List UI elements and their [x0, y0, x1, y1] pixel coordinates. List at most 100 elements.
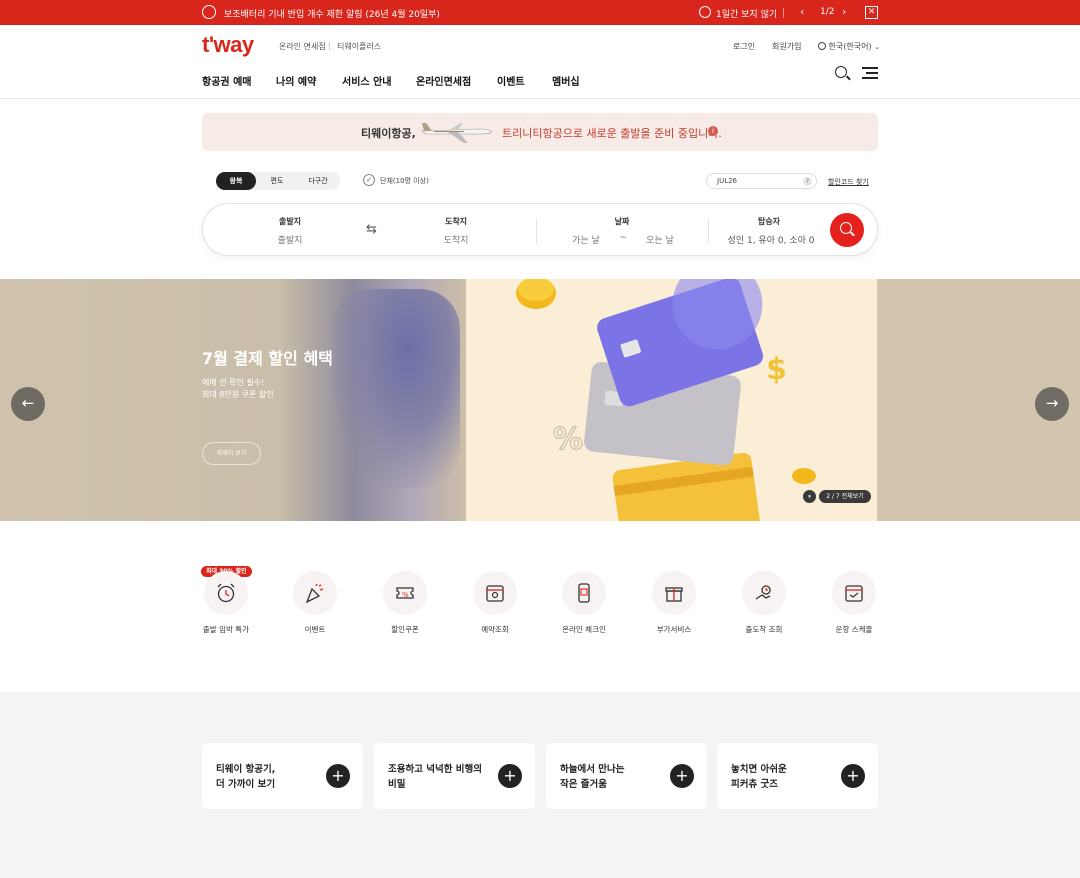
gnb-event[interactable]: 이벤트: [497, 73, 525, 88]
field-divider: [708, 218, 709, 244]
dismiss-today-label[interactable]: 1일간 보지 않기: [716, 7, 777, 20]
depart-date-field[interactable]: 가는 날: [561, 233, 611, 246]
content-card-goods[interactable]: 놓치면 아쉬운피커츄 굿즈 +: [717, 743, 878, 809]
banner-more-button[interactable]: 자세히 보기: [202, 442, 261, 465]
quick-menu-flight-status[interactable]: 출도착 조회: [719, 571, 809, 635]
gnb-service-guide[interactable]: 서비스 안내: [342, 73, 391, 88]
notice-text[interactable]: 보조배터리 기내 반입 개수 제한 알림 (26년 4월 20일부): [224, 7, 440, 20]
login-link[interactable]: 로그인: [733, 41, 755, 52]
quick-menu-label: 부가서비스: [656, 625, 692, 634]
content-section: [0, 692, 1080, 878]
gnb-booking[interactable]: 항공권 예매: [202, 73, 251, 88]
passenger-label: 탑승자: [757, 217, 781, 226]
header-divider: [0, 98, 1080, 99]
top-link-divider: [329, 42, 330, 50]
content-card-sky-joy[interactable]: 하늘에서 만나는 작은 즐거움 +: [546, 743, 707, 809]
arrival-label: 도착지: [444, 217, 468, 226]
logo[interactable]: t'way: [202, 32, 254, 58]
quick-menu-extra-services[interactable]: 부가서비스: [629, 571, 719, 635]
swap-icon[interactable]: ⇆: [366, 222, 377, 237]
arrival-field[interactable]: 도착지: [417, 233, 495, 246]
notice-pager: 1/2: [820, 7, 835, 17]
quick-menu-reservation-lookup[interactable]: 예약조회: [450, 571, 540, 635]
tab-multi-city[interactable]: 다구간: [296, 172, 340, 190]
pause-icon[interactable]: ⏸: [803, 490, 816, 503]
menu-icon[interactable]: [862, 67, 878, 79]
card-title-line1: 조용하고 넉넉한 비행의: [388, 764, 483, 775]
plane-status-icon: [755, 585, 771, 600]
chevron-down-icon: ⌄: [874, 43, 881, 51]
megaphone-icon: [202, 5, 216, 19]
departure-field[interactable]: 출발지: [251, 233, 329, 246]
gnb-duty-free[interactable]: 온라인면세점: [416, 73, 471, 88]
quick-menu-event[interactable]: 이벤트: [270, 571, 360, 635]
plus-icon[interactable]: +: [841, 764, 865, 788]
card-title-line1: 하늘에서 만나는: [560, 764, 625, 775]
tab-round-trip[interactable]: 왕복: [216, 172, 256, 190]
search-icon: [840, 222, 852, 234]
quick-menu-label: 출발 임박 특가: [202, 625, 250, 634]
return-date-field[interactable]: 오는 날: [635, 233, 685, 246]
promo-code-value: JUL26: [717, 177, 737, 185]
passenger-field[interactable]: 성인 1, 유아 0, 소아 0: [721, 233, 821, 246]
content-card-quiet-flight[interactable]: 조용하고 넉넉한 비행의비밀 +: [374, 743, 535, 809]
card-title-line2: 비밀: [388, 779, 406, 790]
language-select[interactable]: 한국(한국어) ⌄: [818, 41, 880, 52]
banner-counter[interactable]: 2 / 7 전체보기: [819, 490, 871, 503]
calendar-search-icon: [486, 585, 504, 602]
coupon-icon: %: [396, 587, 414, 599]
card-title-line2: 피커츄 굿즈: [731, 779, 779, 790]
airplane-icon: [421, 123, 493, 143]
notice-close-icon[interactable]: ✕: [865, 6, 878, 19]
banner-subtitle-2: 최대 8만원 쿠폰 할인: [202, 390, 274, 399]
promo-notice-left: 티웨이항공,: [361, 127, 416, 140]
banner-next-icon[interactable]: →: [1035, 387, 1069, 421]
top-link-duty-free[interactable]: 온라인 면세점: [279, 41, 326, 52]
plus-icon[interactable]: +: [498, 764, 522, 788]
check-circle-icon[interactable]: [699, 6, 711, 18]
group-check-icon[interactable]: ✓: [363, 174, 375, 186]
signup-link[interactable]: 회원가입: [772, 41, 801, 52]
find-code-link[interactable]: 할인코드 찾기: [828, 177, 869, 187]
top-link-tway-plus[interactable]: 티웨이플러스: [337, 41, 381, 52]
quick-menu-label: 출도착 조회: [745, 625, 783, 634]
search-button[interactable]: [830, 213, 864, 247]
tab-one-way[interactable]: 편도: [258, 172, 296, 190]
promo-notice[interactable]: 티웨이항공, 트리니티항공으로 새로운 출발을 준비 중입니다. i: [202, 113, 878, 151]
gnb-membership[interactable]: 멤버십: [552, 73, 580, 88]
party-popper-icon: [305, 583, 324, 604]
promo-code-input[interactable]: JUL26 ?: [706, 173, 817, 189]
banner-prev-icon[interactable]: ←: [11, 387, 45, 421]
svg-text:%: %: [553, 422, 583, 457]
banner-subtitle-1: 예매 전 확인 필수!: [202, 378, 265, 387]
main-banner[interactable]: % $ 7월 결제 할인 혜택 예매 전 확인 필수! 최대 8만원 쿠폰 할인…: [0, 279, 1080, 521]
date-separator: ~: [619, 233, 627, 243]
plus-icon[interactable]: +: [326, 764, 350, 788]
card-title-line1: 놓치면 아쉬운: [731, 764, 787, 775]
help-icon[interactable]: ?: [803, 177, 812, 186]
search-icon[interactable]: [835, 66, 847, 78]
booking-search-box: 출발지 출발지 ⇆ 도착지 도착지 날짜 가는 날 ~ 오는 날 탑승자 성인 …: [202, 203, 878, 256]
notice-divider: [783, 8, 784, 18]
promo-notice-right: 트리니티항공으로 새로운 출발을 준비 중입니다.: [502, 127, 722, 140]
group-booking-label[interactable]: 단체(10명 이상): [380, 176, 429, 186]
mobile-checkin-icon: [578, 583, 590, 603]
notice-prev-icon[interactable]: ‹: [800, 5, 804, 18]
info-icon[interactable]: i: [708, 126, 718, 136]
quick-menu-label: 온라인 체크인: [562, 625, 606, 634]
gift-icon: [665, 587, 683, 602]
svg-text:%: %: [402, 591, 409, 599]
quick-menu-coupon[interactable]: % 할인쿠폰: [360, 571, 450, 635]
plus-icon[interactable]: +: [670, 764, 694, 788]
content-card-aircraft[interactable]: 티웨이 항공기, 더 가까이 보기 +: [202, 743, 363, 809]
trip-type-tabs: 왕복 편도 다구간: [216, 172, 340, 190]
quick-menu-last-minute[interactable]: 출발 임박 특가: [181, 571, 271, 635]
quick-menu-schedule[interactable]: 운항 스케줄: [809, 571, 899, 635]
alarm-clock-icon: [217, 583, 235, 603]
field-divider: [536, 218, 537, 244]
quick-menu-online-checkin[interactable]: 온라인 체크인: [539, 571, 629, 635]
notice-next-icon[interactable]: ›: [842, 5, 846, 18]
language-label: 한국(한국어): [828, 42, 872, 51]
gnb-my-reservation[interactable]: 나의 예약: [276, 73, 316, 88]
quick-menu-label: 예약조회: [481, 625, 509, 634]
